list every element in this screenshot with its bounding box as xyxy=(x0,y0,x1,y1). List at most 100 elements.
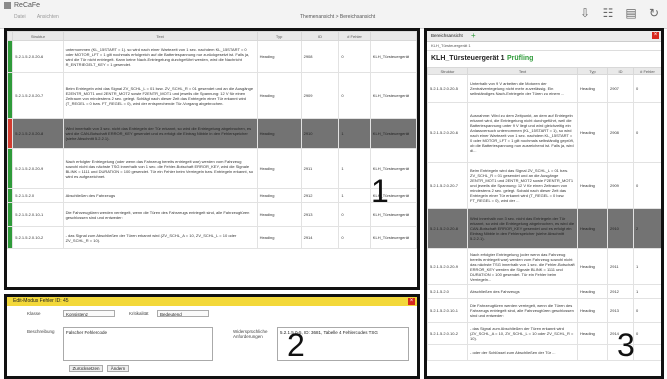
close-icon[interactable]: × xyxy=(408,298,415,305)
id-cell: 2912 xyxy=(300,188,340,203)
id-cell: 2910 xyxy=(300,118,340,149)
refresh-icon[interactable]: ↻ xyxy=(647,4,661,22)
fehler-cell: 0 xyxy=(633,162,661,209)
table-row[interactable]: 5.2.1.5.2.0.10-1 Die Fahrzeugtüren werden… xyxy=(427,298,661,323)
klasse-select[interactable]: Konsistenz xyxy=(63,310,115,317)
typ-cell xyxy=(577,344,608,361)
column-header-struktur[interactable]: Struktur xyxy=(427,67,468,75)
fehler-cell: 0 xyxy=(338,202,371,227)
text-cell: Beim Entriegeln wird das Signal ZV_SCHL_… xyxy=(467,162,578,209)
struktur-cell: 5.2.1.5.2.0.10-2 xyxy=(12,226,64,249)
text-cell: Nach erfolgter Entriegelung (oder wenn d… xyxy=(467,248,578,285)
text-cell: Die Fahrzeugtüren werden verriegelt, wen… xyxy=(62,202,258,227)
struktur-cell: 5.2.1.5.2.0.20-6 xyxy=(427,102,468,163)
fehler-cell: 1 xyxy=(338,118,371,149)
id-cell: 2910 xyxy=(607,208,634,249)
table-row[interactable]: 5.2.1.5.2.0.20-6 unternommen (KL_15START … xyxy=(7,40,417,73)
object-cell: KLH_Türsteuergerät xyxy=(369,118,417,149)
table-row[interactable]: 5.2.1.5.2.0.20-8 Wird innerhalb von 3 sec… xyxy=(7,118,417,149)
fehler-cell: 0 xyxy=(338,72,371,119)
column-header-struktur[interactable]: Struktur xyxy=(12,31,64,41)
label-number-1: 1 xyxy=(371,173,389,209)
struktur-cell: 5.2.1.5.2.0.20-8 xyxy=(12,118,64,149)
fehler-cell: 0 xyxy=(633,102,661,163)
id-cell: 2908 xyxy=(607,102,634,163)
typ-cell: Heading xyxy=(256,188,302,203)
typ-cell: Heading xyxy=(577,322,608,345)
id-cell: 2911 xyxy=(300,148,340,189)
table-row[interactable]: 5.2.1.5.2.0.20-6 Ausnahme: Wird zu dem Ze… xyxy=(427,102,661,163)
text-cell: - das Signal zum Abschließen der Türen e… xyxy=(62,226,258,249)
reset-button[interactable]: Zurücksetzen xyxy=(69,365,103,372)
widerspruch-label: Widersprüchliche Anforderungen xyxy=(233,329,268,339)
column-header-text[interactable]: Text xyxy=(62,31,258,41)
label-number-3: 3 xyxy=(617,327,635,363)
object-cell: KLH_Türsteuergerät xyxy=(369,72,417,119)
column-header-fehler[interactable]: # Fehler xyxy=(633,67,661,75)
struktur-cell: 5.2.1.5.2.0.10-1 xyxy=(427,298,468,323)
table-row[interactable]: 5.2.1.5.2.0.10-2- das Signal zum Abschli… xyxy=(7,226,417,249)
beschreibung-textarea[interactable]: Falscher Fehlercode xyxy=(63,327,213,361)
add-tab-icon[interactable]: + xyxy=(471,31,476,40)
text-cell: Nach erfolgter Entriegelung (oder wenn d… xyxy=(62,148,258,189)
struktur-cell: 5.2.1.5.2.0.10-1 xyxy=(12,202,64,227)
edit-error-panel: Edit-Modus Fehler ID: 45 × Klasse Konsis… xyxy=(4,294,420,379)
klasse-label: Klasse xyxy=(27,311,41,316)
column-header-fehler[interactable]: # Fehler xyxy=(338,31,371,41)
id-cell: 2909 xyxy=(607,162,634,209)
typ-cell: Heading xyxy=(577,298,608,323)
table-row[interactable]: 5.2.1.5.2.0.20-9 Nach erfolgter Entriegel… xyxy=(7,148,417,189)
table-row[interactable]: 5.2.1.5.2.0.10-1 Die Fahrzeugtüren werden… xyxy=(7,202,417,227)
id-cell: 2907 xyxy=(607,74,634,103)
column-header-text[interactable]: Text xyxy=(467,67,578,75)
subtab-tsg[interactable]: KLH_Türsteuergerät 1 xyxy=(431,43,471,48)
document-icon[interactable]: ▤ xyxy=(624,4,638,22)
beschreibung-label: Beschreibung xyxy=(27,329,55,334)
typ-cell: Heading xyxy=(577,284,608,299)
change-button[interactable]: Ändern xyxy=(107,365,129,372)
struktur-cell: 5.2.1.5.2.0 xyxy=(12,188,64,203)
table-row[interactable]: 5.2.1.5.2.0 Abschließen des Fahrzeugs Head… xyxy=(427,284,661,299)
fehler-cell: 0 xyxy=(338,226,371,249)
area-table: Struktur Text Typ ID # Fehler 5.2.1.5.2.… xyxy=(427,67,661,361)
fehler-cell: 0 xyxy=(633,74,661,103)
column-header-typ[interactable]: Typ xyxy=(256,31,302,41)
id-cell: 2909 xyxy=(300,72,340,119)
app-logo-icon xyxy=(4,2,11,9)
typ-cell: Heading xyxy=(256,148,302,189)
menu-item-ansichten[interactable]: Ansichten xyxy=(37,14,59,20)
id-cell: 2911 xyxy=(607,248,634,285)
typ-cell: Heading xyxy=(256,226,302,249)
typ-cell: Heading xyxy=(577,208,608,249)
typ-cell: Heading xyxy=(577,102,608,163)
table-row[interactable]: 5.2.1.5.2.0.20-5 Unterhalb von 9 V arbeit… xyxy=(427,74,661,103)
close-icon[interactable]: × xyxy=(652,32,659,39)
typ-cell: Heading xyxy=(577,74,608,103)
kritikalitaet-label: Kritikalität xyxy=(129,311,149,316)
struktur-cell: 5.2.1.5.2.0 xyxy=(427,284,468,299)
typ-cell: Heading xyxy=(256,72,302,119)
column-header-id[interactable]: ID xyxy=(607,67,634,75)
table-row[interactable]: 5.2.1.5.2.0.20-8 Wird innerhalb von 3 sec… xyxy=(427,208,661,249)
table-row[interactable]: 5.2.1.5.2.0.20-9 Nach erfolgter Entriegel… xyxy=(427,248,661,285)
fehler-cell: 0 xyxy=(633,298,661,323)
table-row[interactable]: 5.2.1.5.2.0.20-7 Beim Entriegeln wird das… xyxy=(7,72,417,119)
requirements-table-panel: Struktur Text Typ ID # Fehler 5.2.1.5.2.… xyxy=(4,28,420,290)
tab-bereichsansicht[interactable]: Bereichsansicht xyxy=(431,33,463,38)
area-view-panel: Bereichsansicht + × KLH_Türsteuergerät 1… xyxy=(424,28,664,379)
fehler-cell: 1 xyxy=(633,248,661,285)
export-icon[interactable]: ⇩ xyxy=(578,4,592,22)
menu-item-datei[interactable]: Datei xyxy=(14,14,26,20)
table-icon[interactable]: ☷ xyxy=(601,4,615,22)
column-header-object[interactable] xyxy=(369,31,417,41)
typ-cell: Heading xyxy=(577,248,608,285)
table-row[interactable]: 5.2.1.5.2.0 Abschließen des Fahrzeugs Head… xyxy=(7,188,417,203)
table-row[interactable]: 5.2.1.5.2.0.20-7 Beim Entriegeln wird das… xyxy=(427,162,661,209)
fehler-cell: 2 xyxy=(633,208,661,249)
text-cell: - das Signal zum Abschließen der Türen e… xyxy=(467,322,578,345)
app-title: ReCaFe xyxy=(14,2,41,9)
kritikalitaet-select[interactable]: Bedeutend xyxy=(157,310,209,317)
typ-cell: Heading xyxy=(256,118,302,149)
column-header-typ[interactable]: Typ xyxy=(577,67,608,75)
column-header-id[interactable]: ID xyxy=(300,31,340,41)
